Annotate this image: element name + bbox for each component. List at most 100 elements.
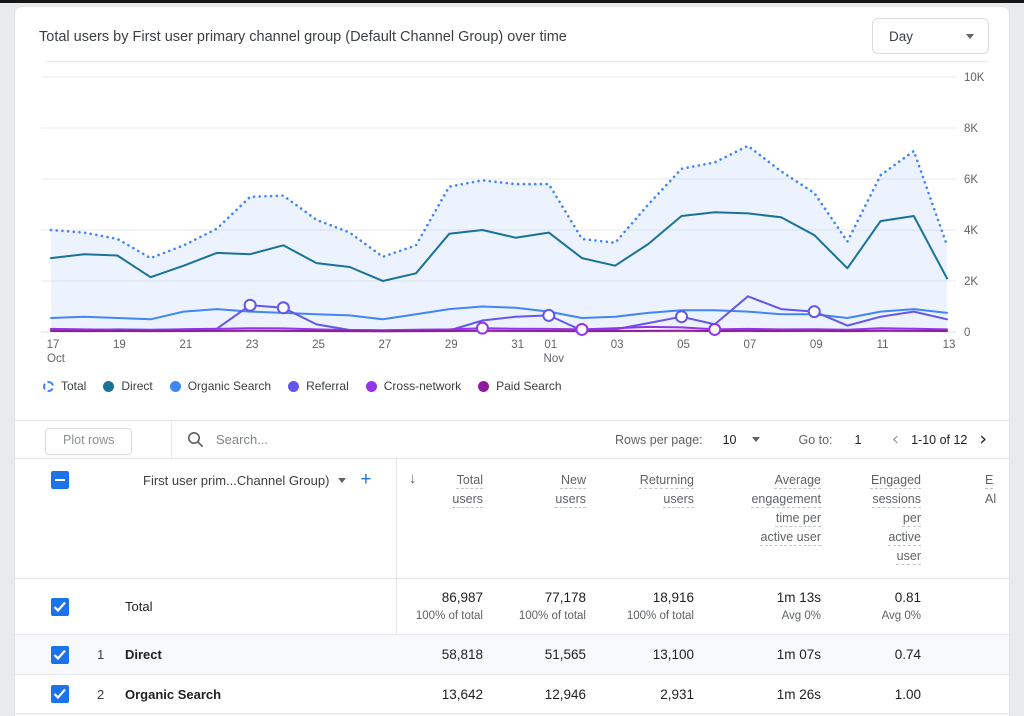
legend-item-referral[interactable]: Referral bbox=[288, 379, 349, 393]
pagination-next-icon[interactable]: › bbox=[979, 430, 987, 449]
row-checkbox[interactable] bbox=[51, 685, 69, 703]
add-dimension-button[interactable]: + bbox=[360, 471, 371, 489]
x-axis-label: 25 bbox=[312, 339, 325, 351]
anomaly-marker[interactable] bbox=[245, 300, 256, 311]
row-label: Direct bbox=[115, 635, 396, 674]
x-axis-month-label: Oct bbox=[47, 353, 66, 365]
anomaly-marker[interactable] bbox=[676, 311, 687, 322]
rows-per-page-label: Rows per page: bbox=[615, 433, 703, 447]
x-axis-label: 27 bbox=[378, 339, 391, 351]
legend-swatch-icon bbox=[170, 381, 181, 392]
time-series-chart[interactable]: 02K4K6K8K10K17Oct1921232527293101Nov0305… bbox=[15, 63, 1010, 371]
row-checkbox[interactable] bbox=[51, 646, 69, 664]
legend-swatch-icon bbox=[288, 381, 299, 392]
table-toolbar: Plot rows Search... Rows per page: 10 Go… bbox=[15, 420, 1009, 459]
plot-rows-button[interactable]: Plot rows bbox=[45, 428, 132, 455]
window-top-strip bbox=[0, 0, 1024, 3]
page: Total users by First user primary channe… bbox=[0, 0, 1024, 716]
legend-label: Total bbox=[61, 379, 86, 393]
cell-subvalue: 100% of total bbox=[596, 610, 694, 622]
cell-value: 51,565 bbox=[493, 635, 596, 674]
y-axis-label: 0 bbox=[964, 327, 970, 339]
legend-label: Paid Search bbox=[496, 379, 561, 393]
legend-item-organic-search[interactable]: Organic Search bbox=[170, 379, 271, 393]
rows-per-page-caret-icon[interactable] bbox=[752, 437, 760, 442]
cell-subvalue: 100% of total bbox=[396, 610, 483, 622]
anomaly-marker[interactable] bbox=[809, 306, 820, 317]
column-header-avg-engagement[interactable]: Average engagement time per active user bbox=[704, 459, 831, 578]
column-header-returning-users[interactable]: Returning users bbox=[596, 459, 704, 578]
x-axis-label: 19 bbox=[113, 339, 126, 351]
legend-item-paid-search[interactable]: Paid Search bbox=[478, 379, 561, 393]
chart-legend: Total Direct Organic Search Referral Cross-n… bbox=[43, 377, 562, 395]
anomaly-marker[interactable] bbox=[576, 324, 587, 335]
anomaly-marker[interactable] bbox=[278, 302, 289, 313]
chevron-down-icon bbox=[966, 34, 974, 39]
legend-item-direct[interactable]: Direct bbox=[103, 379, 152, 393]
cell-value: 13,642 bbox=[396, 675, 493, 713]
legend-label: Cross-network bbox=[384, 379, 461, 393]
y-axis-label: 2K bbox=[964, 276, 978, 288]
x-axis-label: 09 bbox=[810, 339, 823, 351]
select-all-checkbox[interactable] bbox=[51, 471, 69, 489]
chart-title: Total users by First user primary channe… bbox=[39, 29, 567, 45]
anomaly-marker[interactable] bbox=[543, 310, 554, 321]
cell-value: 18,916 bbox=[596, 590, 694, 605]
goto-label: Go to: bbox=[798, 433, 832, 447]
dimension-header: First user prim...Channel Group) + bbox=[51, 471, 372, 489]
legend-swatch-icon bbox=[43, 381, 54, 392]
x-axis-label: 05 bbox=[677, 339, 690, 351]
y-axis-label: 10K bbox=[964, 72, 985, 84]
column-header-new-users[interactable]: New users bbox=[493, 459, 596, 578]
row-number: 1 bbox=[75, 635, 115, 674]
x-axis-label: 13 bbox=[943, 339, 956, 351]
row-label: Total bbox=[115, 579, 396, 634]
cell-value: 1.00 bbox=[831, 675, 931, 713]
x-axis-label: 31 bbox=[511, 339, 524, 351]
granularity-dropdown[interactable]: Day bbox=[872, 18, 989, 54]
table-row: 1 Direct 58,818 51,565 13,100 1m 07s 0.7… bbox=[15, 634, 1009, 674]
legend-swatch-icon bbox=[366, 381, 377, 392]
x-axis-label: 21 bbox=[179, 339, 192, 351]
legend-label: Organic Search bbox=[188, 379, 271, 393]
dimension-header-label[interactable]: First user prim...Channel Group) bbox=[143, 473, 329, 488]
x-axis-label: 07 bbox=[743, 339, 756, 351]
x-axis-label: 23 bbox=[246, 339, 259, 351]
series-area-total bbox=[51, 146, 947, 332]
y-axis-label: 8K bbox=[964, 123, 978, 135]
legend-item-total[interactable]: Total bbox=[43, 379, 86, 393]
search-placeholder: Search... bbox=[216, 432, 268, 447]
legend-label: Referral bbox=[306, 379, 349, 393]
pagination-controls: Rows per page: 10 Go to: 1 ‹ 1-10 of 12 … bbox=[615, 421, 987, 458]
pagination-prev-icon[interactable]: ‹ bbox=[891, 430, 899, 449]
column-header-clipped[interactable]: E Al bbox=[985, 471, 996, 509]
cell-value: 12,946 bbox=[493, 675, 596, 713]
cell-value: 86,987 bbox=[396, 590, 483, 605]
dimension-caret-icon[interactable] bbox=[338, 478, 346, 483]
divider bbox=[171, 421, 172, 458]
cell-value: 1m 07s bbox=[704, 635, 831, 674]
legend-item-cross-network[interactable]: Cross-network bbox=[366, 379, 461, 393]
search-icon bbox=[187, 431, 204, 448]
x-axis-label: 03 bbox=[611, 339, 624, 351]
goto-input[interactable]: 1 bbox=[855, 433, 862, 447]
x-axis-label: 11 bbox=[877, 339, 889, 351]
series-line-paid-search[interactable] bbox=[51, 331, 947, 332]
x-axis-label: 29 bbox=[445, 339, 458, 351]
cell-subvalue: 100% of total bbox=[493, 610, 586, 622]
cell-subvalue: Avg 0% bbox=[831, 610, 921, 622]
rows-per-page-select[interactable]: 10 bbox=[723, 433, 737, 447]
table-search[interactable]: Search... bbox=[187, 421, 268, 458]
row-number: 2 bbox=[75, 675, 115, 713]
anomaly-marker[interactable] bbox=[709, 324, 720, 335]
row-checkbox[interactable] bbox=[51, 598, 69, 616]
legend-swatch-icon bbox=[103, 381, 114, 392]
table-total-row: Total 86,987100% of total 77,178100% of … bbox=[15, 579, 1009, 634]
anomaly-marker[interactable] bbox=[477, 323, 488, 334]
x-axis-label: 01 bbox=[544, 339, 557, 351]
cell-value: 1m 26s bbox=[704, 675, 831, 713]
sort-descending-icon[interactable]: ↓ bbox=[409, 470, 417, 487]
cell-value: 0.81 bbox=[831, 590, 921, 605]
column-header-engaged-sessions[interactable]: Engaged sessions per active user bbox=[831, 459, 931, 578]
granularity-value: Day bbox=[889, 29, 913, 44]
